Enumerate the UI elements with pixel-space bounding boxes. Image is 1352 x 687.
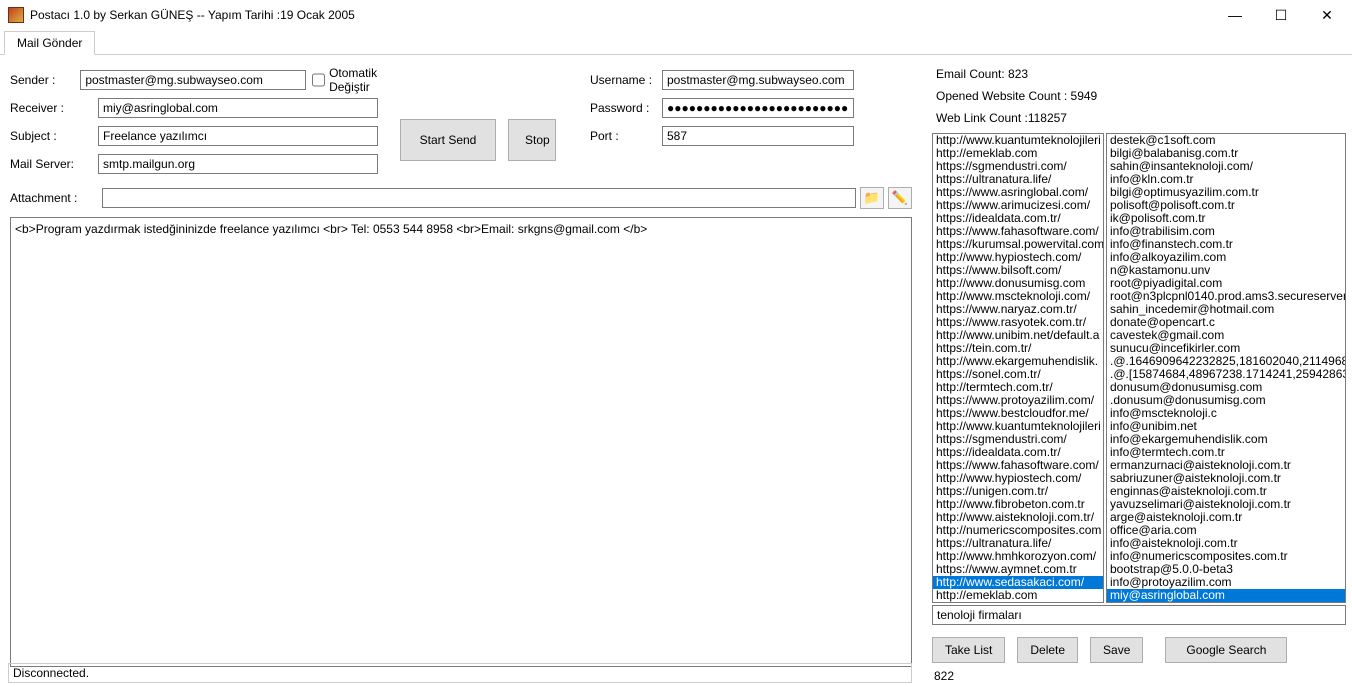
edit-attachment-button[interactable]: ✏️: [888, 187, 912, 209]
weblinks-listbox[interactable]: http://www.kuantumteknolojilerihttp://em…: [932, 133, 1104, 603]
maximize-button[interactable]: ☐: [1258, 0, 1304, 30]
port-label: Port :: [590, 129, 662, 143]
sender-label: Sender :: [10, 73, 80, 87]
start-send-button[interactable]: Start Send: [400, 119, 496, 161]
mailserver-label: Mail Server:: [10, 157, 98, 171]
username-label: Username :: [590, 73, 662, 87]
app-icon: [8, 7, 24, 23]
close-button[interactable]: ✕: [1304, 0, 1350, 30]
list-item[interactable]: miy@asringlobal.com: [1107, 589, 1345, 602]
google-search-button[interactable]: Google Search: [1165, 637, 1287, 663]
email-count-label: Email Count: 823: [936, 63, 1346, 85]
tab-mail-gonder[interactable]: Mail Gönder: [4, 31, 95, 55]
window-title: Postacı 1.0 by Serkan GÜNEŞ -- Yapım Tar…: [30, 8, 1212, 22]
status-bar: Disconnected.: [8, 663, 912, 683]
pencil-icon: ✏️: [892, 190, 908, 206]
opened-website-count-label: Opened Website Count : 5949: [936, 85, 1346, 107]
receiver-label: Receiver :: [10, 101, 98, 115]
search-input[interactable]: [932, 605, 1346, 625]
auto-change-label: Otomatik Değiştir: [329, 66, 400, 94]
counter-label: 822: [932, 669, 1346, 683]
left-panel: Sender : Otomatik Değiştir Receiver : Su…: [0, 55, 922, 671]
subject-input[interactable]: [98, 126, 378, 146]
list-item[interactable]: http://emeklab.com: [933, 589, 1103, 602]
mailserver-input[interactable]: [98, 154, 378, 174]
password-label: Password :: [590, 101, 662, 115]
tabstrip: Mail Gönder: [0, 30, 1352, 55]
save-button[interactable]: Save: [1090, 637, 1143, 663]
take-list-button[interactable]: Take List: [932, 637, 1005, 663]
sender-input[interactable]: [80, 70, 306, 90]
folder-icon: 📁: [864, 190, 880, 206]
stop-button[interactable]: Stop: [508, 119, 556, 161]
attachment-label: Attachment :: [10, 191, 98, 205]
receiver-input[interactable]: [98, 98, 378, 118]
emails-listbox[interactable]: destek@c1soft.combilgi@balabanisg.com.tr…: [1106, 133, 1346, 603]
titlebar: Postacı 1.0 by Serkan GÜNEŞ -- Yapım Tar…: [0, 0, 1352, 30]
right-panel: Email Count: 823 Opened Website Count : …: [922, 55, 1352, 671]
subject-label: Subject :: [10, 129, 98, 143]
delete-button[interactable]: Delete: [1017, 637, 1078, 663]
web-link-count-label: Web Link Count :118257: [936, 107, 1346, 129]
browse-attachment-button[interactable]: 📁: [860, 187, 884, 209]
port-input[interactable]: [662, 126, 854, 146]
minimize-button[interactable]: —: [1212, 0, 1258, 30]
password-input[interactable]: [662, 98, 854, 118]
message-body[interactable]: <b>Program yazdırmak istedğininizde free…: [10, 217, 912, 667]
username-input[interactable]: [662, 70, 854, 90]
attachment-input[interactable]: [102, 188, 856, 208]
auto-change-checkbox[interactable]: [312, 73, 325, 87]
